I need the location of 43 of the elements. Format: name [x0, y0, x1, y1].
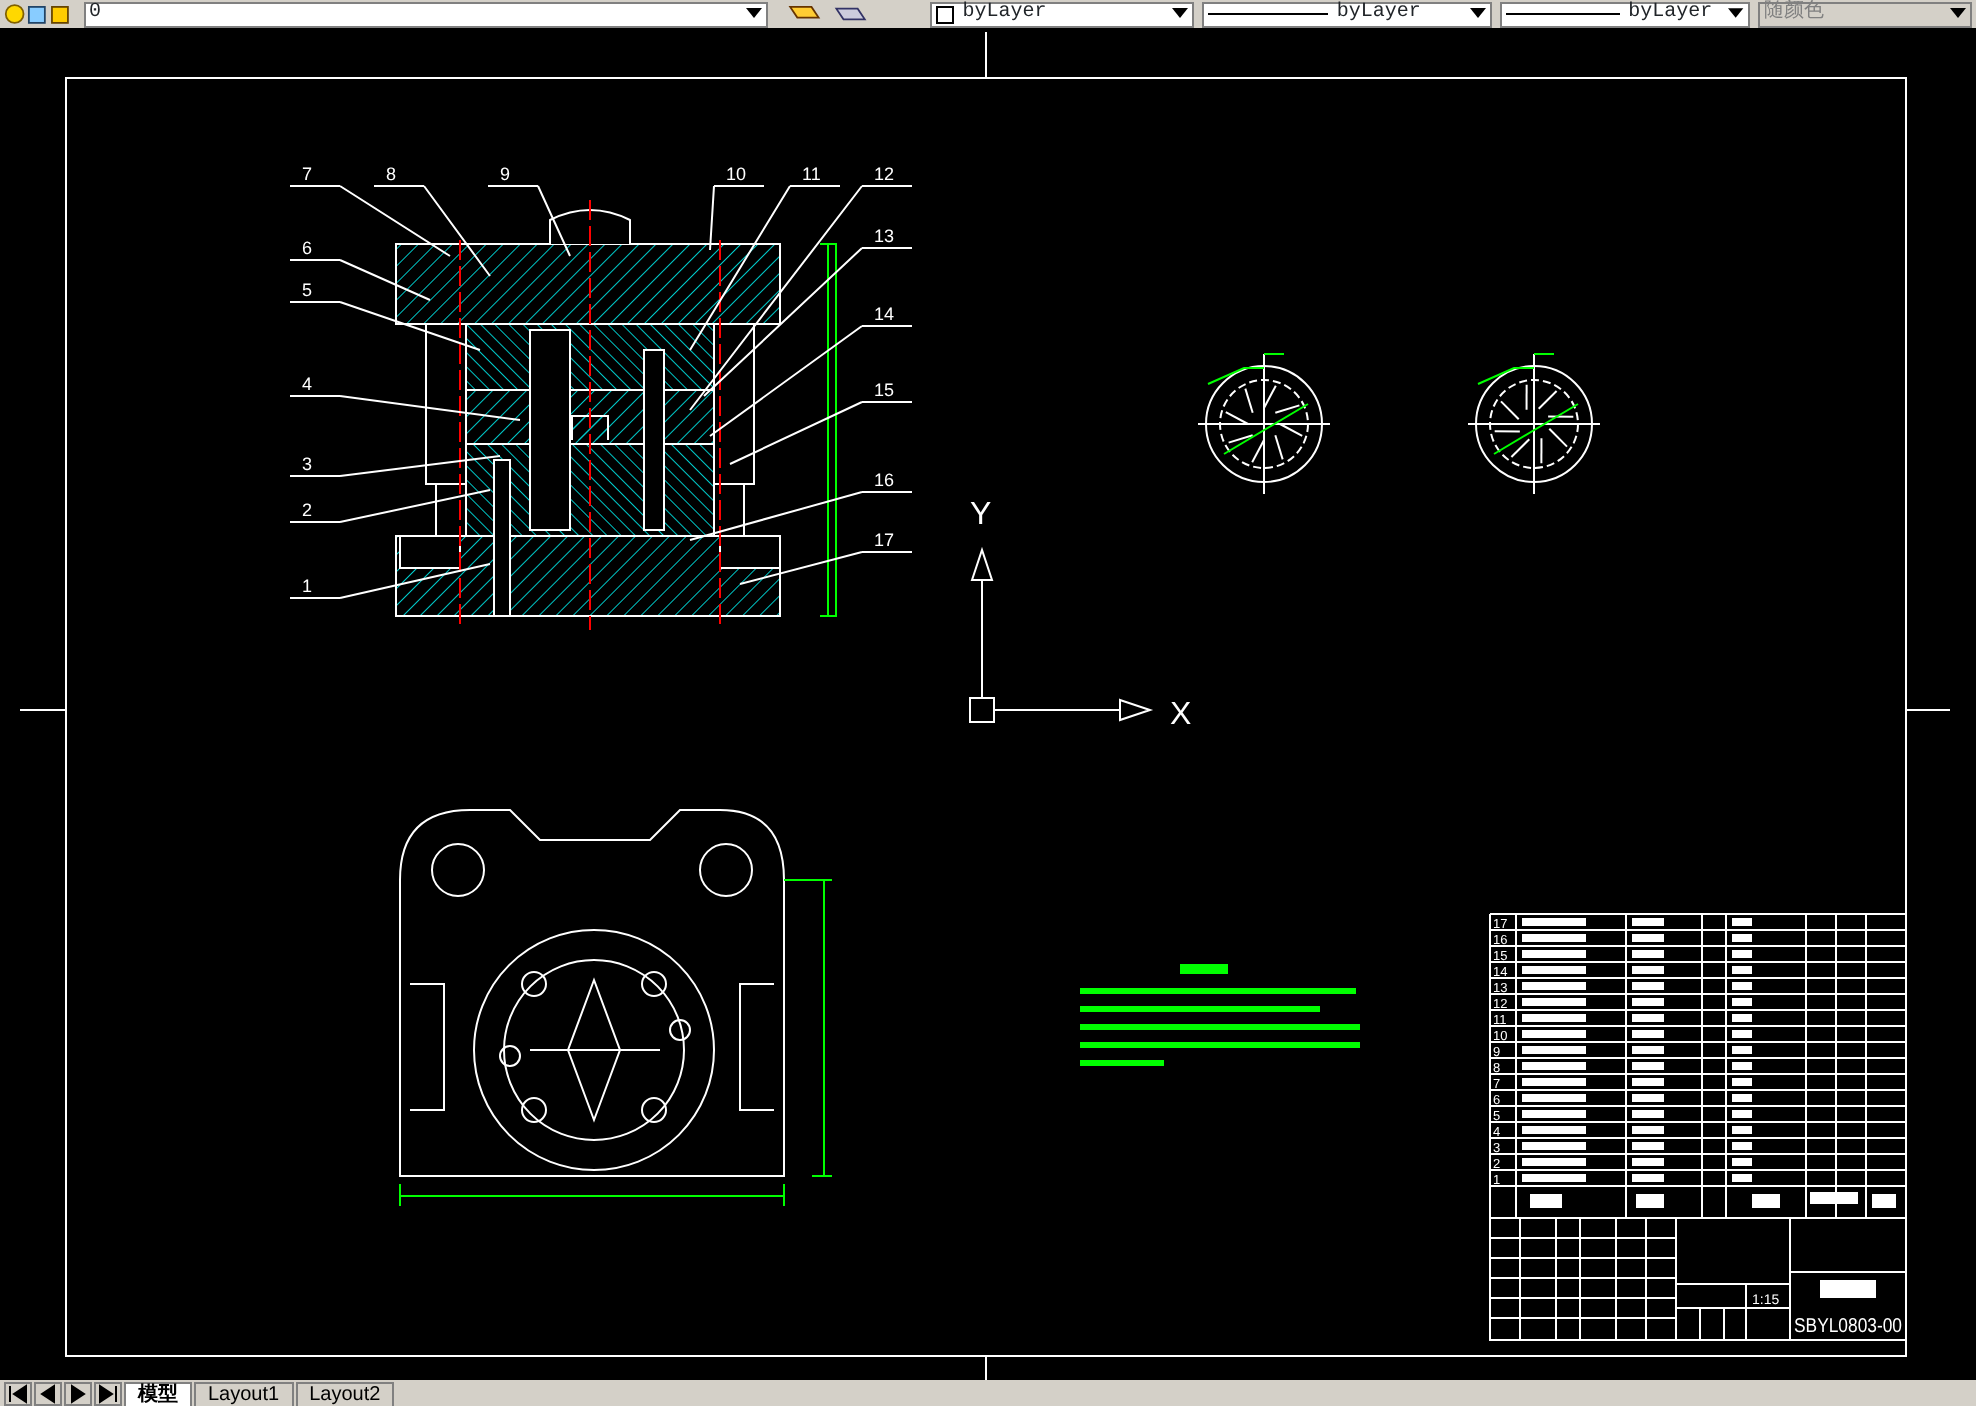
part-number: 14 [874, 304, 895, 324]
color-swatch-icon [936, 5, 955, 23]
line-sample-icon [1208, 10, 1329, 18]
caret-icon [1172, 8, 1189, 20]
part-number: 2 [302, 500, 313, 520]
ucs-icon [969, 546, 1154, 723]
part-number: 5 [302, 280, 313, 300]
line-sample-icon [1505, 10, 1621, 18]
layout-tab[interactable]: Layout1 [194, 1382, 294, 1406]
last-tab-icon[interactable] [96, 1382, 120, 1406]
property-dropdown[interactable]: byLayer [930, 1, 1195, 27]
caret-icon [1950, 8, 1966, 20]
layout-tab[interactable]: Layout2 [295, 1382, 395, 1406]
caret-icon [1469, 8, 1486, 20]
part-number: 12 [874, 164, 895, 184]
part-number: 17 [874, 530, 895, 550]
part-number: 6 [302, 238, 313, 258]
detail-view-drawing [1197, 353, 1331, 495]
part-number: 1 [302, 576, 313, 596]
layout-tab[interactable]: 模型 [124, 1382, 192, 1406]
property-dropdown[interactable]: byLayer [1499, 1, 1750, 27]
leader-line [487, 185, 571, 257]
layer-dropdown[interactable]: 0 [83, 1, 768, 27]
part-number: 11 [802, 164, 821, 184]
part-number: 16 [874, 470, 895, 490]
part-number: 3 [302, 454, 313, 474]
axis-label: X [1170, 698, 1192, 732]
part-number: 4 [302, 374, 313, 394]
next-tab-icon[interactable] [66, 1382, 90, 1406]
property-dropdown[interactable]: byLayer [1202, 1, 1492, 27]
drawing-number: SBYL0803-00 [1794, 1316, 1919, 1338]
axis-label: Y [970, 498, 992, 532]
part-number: 9 [500, 164, 511, 184]
part-number: 7 [302, 164, 313, 184]
first-tab-icon[interactable] [6, 1382, 30, 1406]
caret-icon [1728, 8, 1744, 20]
part-number: 10 [726, 164, 747, 184]
detail-view-drawing [1467, 353, 1601, 495]
caret-icon [745, 8, 762, 20]
previous-tab-icon[interactable] [36, 1382, 60, 1406]
part-number: 15 [874, 380, 895, 400]
part-number: 8 [386, 164, 397, 184]
part-number: 13 [874, 226, 895, 246]
